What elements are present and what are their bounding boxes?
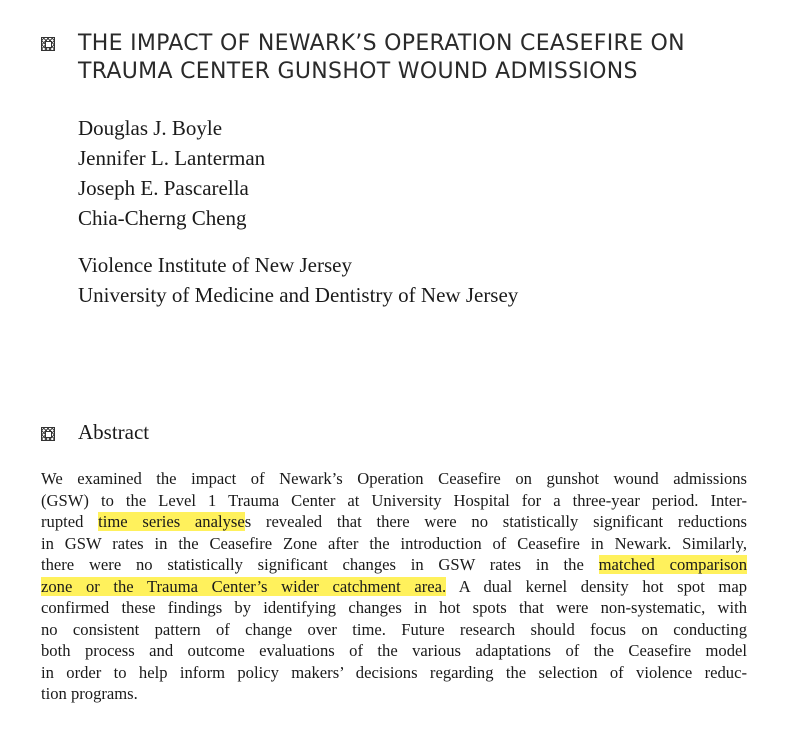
abstract-line: in order to help inform policy makers’ d… [41,662,747,682]
author: Chia-Cherng Cheng [78,206,247,230]
highlight: zone or the Trauma Center’s wider catchm… [41,576,447,596]
title-bullet-icon [41,37,55,51]
abstract-line: zone or the Trauma Center’s wider catchm… [41,576,747,598]
abstract-line: confirmed these findings by identifying … [41,598,747,617]
abstract-line: in GSW rates in the Ceasefire Zone after… [41,533,747,553]
abstract-line: (GSW) to the Level 1 Trauma Center at Un… [41,490,747,510]
abstract-text: A dual kernel density hot spot map [446,576,747,596]
abstract-line: tion programs. [41,684,138,703]
affiliation: University of Medicine and Dentistry of … [78,283,519,307]
highlight: time series analyse [98,512,245,531]
abstract-heading: Abstract [78,420,150,444]
abstract-line: We examined the impact of Newark’s Opera… [41,469,747,488]
abstract-text: rupted [41,512,99,531]
abstract-body: We examined the impact of Newark’s Opera… [41,468,747,705]
author-list: Douglas J. Boyle Jennifer L. Lanterman J… [78,113,265,233]
affiliation: Violence Institute of New Jersey [78,253,352,277]
abstract-line: there were no statistically significant … [41,554,747,576]
abstract-bullet-icon [41,427,55,441]
author: Jennifer L. Lanterman [78,146,266,170]
paper-title: THE IMPACT OF NEWARK’S OPERATION CEASEFI… [78,30,758,86]
author: Douglas J. Boyle [78,116,223,140]
title-line-1: THE IMPACT OF NEWARK’S OPERATION CEASEFI… [78,31,685,56]
highlight: matched comparison [598,555,747,574]
abstract-text: there were no statistically significant … [41,555,599,574]
abstract-line: rupted time series analyses revealed tha… [41,511,747,533]
title-line-2: TRAUMA CENTER GUNSHOT WOUND ADMISSIONS [78,59,638,84]
abstract-line: both process and outcome evaluations of … [41,641,747,660]
abstract-text: s revealed that there were no statistica… [244,512,747,531]
abstract-line: no consistent pattern of change over tim… [41,619,747,639]
author: Joseph E. Pascarella [78,176,249,200]
affiliation-list: Violence Institute of New Jersey Univers… [78,250,518,310]
